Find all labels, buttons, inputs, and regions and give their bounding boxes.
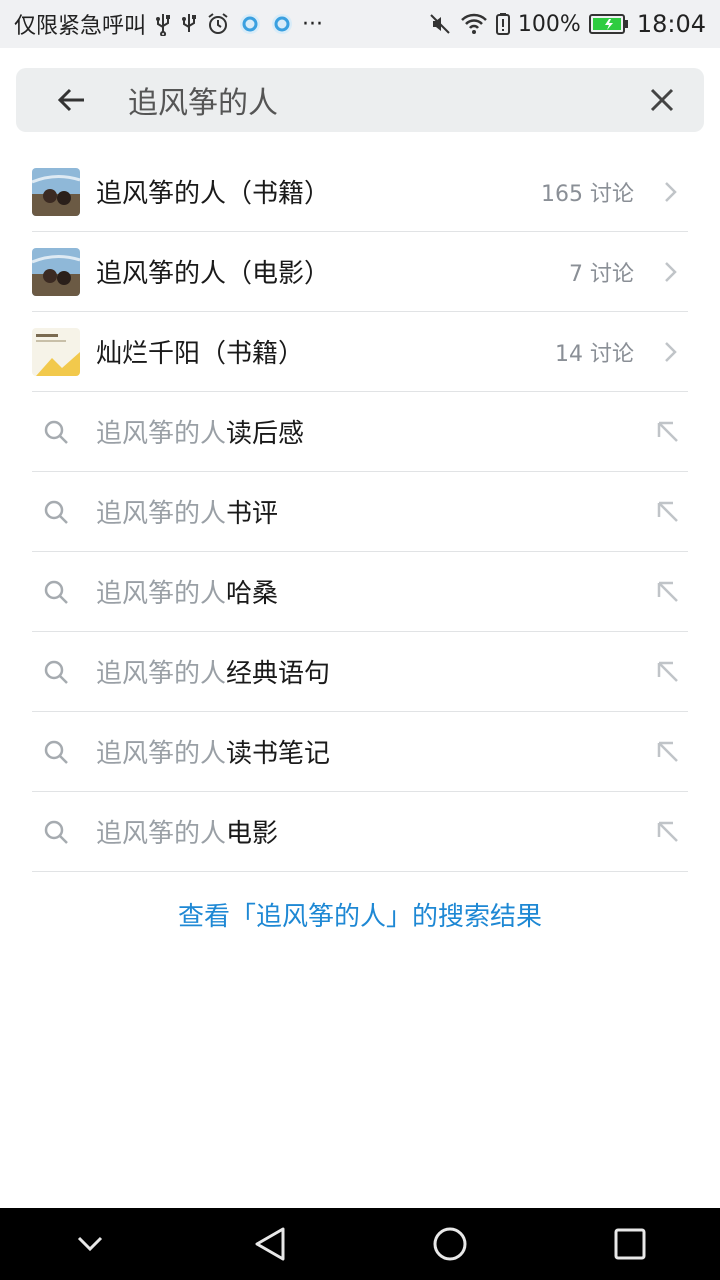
topic-row[interactable]: 追风筝的人（电影） 7 讨论 bbox=[32, 232, 688, 312]
fill-query-button[interactable] bbox=[650, 814, 686, 850]
arrow-up-left-icon bbox=[657, 661, 678, 682]
suggestion-prefix: 追风筝的人 bbox=[96, 659, 227, 689]
suggestion-text: 追风筝的人读后感 bbox=[96, 413, 304, 450]
search-box bbox=[16, 68, 704, 132]
suggestion-suffix: 书评 bbox=[226, 499, 279, 529]
battery-alert-icon bbox=[495, 11, 510, 37]
mute-icon bbox=[428, 11, 452, 37]
arrow-up-left-icon bbox=[657, 741, 678, 762]
suggestion-text: 追风筝的人读书笔记 bbox=[96, 733, 330, 770]
search-bar bbox=[16, 68, 704, 132]
fill-query-button[interactable] bbox=[650, 494, 686, 530]
search-icon bbox=[32, 658, 90, 686]
overflow-dots: ··· bbox=[302, 11, 323, 37]
suggestion-prefix: 追风筝的人 bbox=[96, 739, 227, 769]
suggestion-text: 追风筝的人书评 bbox=[96, 493, 278, 530]
suggestion-suffix: 哈桑 bbox=[226, 579, 279, 609]
square-recents-icon bbox=[614, 1228, 646, 1260]
circle-home-icon bbox=[433, 1227, 467, 1261]
suggestion-text: 追风筝的人哈桑 bbox=[96, 573, 278, 610]
kite-runner-cover-thumb bbox=[32, 167, 80, 216]
suggestion-row[interactable]: 追风筝的人读书笔记 bbox=[32, 712, 688, 792]
alarm-icon bbox=[206, 11, 230, 37]
view-all-results-link[interactable]: 查看「追风筝的人」的搜索结果 bbox=[0, 872, 720, 956]
arrow-up-left-icon bbox=[657, 501, 678, 522]
suggestion-row[interactable]: 追风筝的人哈桑 bbox=[32, 552, 688, 632]
suggestion-row[interactable]: 追风筝的人读后感 bbox=[32, 392, 688, 472]
nav-recents-button[interactable] bbox=[590, 1208, 670, 1280]
suggestion-prefix: 追风筝的人 bbox=[96, 579, 227, 609]
app-notification-icon bbox=[238, 11, 262, 37]
battery-percent: 100% bbox=[517, 11, 581, 37]
nav-home-button[interactable] bbox=[410, 1208, 490, 1280]
clear-button[interactable] bbox=[630, 68, 694, 132]
status-bar: 仅限紧急呼叫 ··· 100% 18:04 bbox=[0, 0, 720, 48]
chevron-right-icon bbox=[660, 341, 682, 363]
search-icon bbox=[32, 578, 90, 606]
splendid-suns-cover-thumb bbox=[32, 327, 80, 376]
clock: 18:04 bbox=[636, 10, 706, 38]
search-icon bbox=[32, 498, 90, 526]
topic-title: 追风筝的人（电影） bbox=[96, 259, 331, 289]
arrow-up-left-icon bbox=[657, 581, 678, 602]
nav-back-button[interactable] bbox=[230, 1208, 310, 1280]
suggestion-row[interactable]: 追风筝的人电影 bbox=[32, 792, 688, 872]
arrow-up-left-icon bbox=[657, 821, 678, 842]
status-right: 100% 18:04 bbox=[428, 10, 720, 38]
results-list: 追风筝的人（书籍） 165 讨论 追风筝的人（电影） 7 讨论 灿烂千阳（书籍）… bbox=[32, 152, 688, 872]
arrow-up-left-icon bbox=[657, 421, 678, 442]
search-icon bbox=[32, 738, 90, 766]
suggestion-prefix: 追风筝的人 bbox=[96, 499, 227, 529]
fill-query-button[interactable] bbox=[650, 414, 686, 450]
topic-row[interactable]: 追风筝的人（书籍） 165 讨论 bbox=[32, 152, 688, 232]
suggestion-row[interactable]: 追风筝的人经典语句 bbox=[32, 632, 688, 712]
suggestion-prefix: 追风筝的人 bbox=[96, 419, 227, 449]
topic-discussion-count: 165 讨论 bbox=[541, 181, 634, 207]
topic-title: 灿烂千阳（书籍） bbox=[96, 339, 305, 369]
fill-query-button[interactable] bbox=[650, 734, 686, 770]
chevron-right-icon bbox=[660, 181, 682, 203]
nav-collapse-button[interactable] bbox=[50, 1208, 130, 1280]
fill-query-button[interactable] bbox=[650, 654, 686, 690]
suggestion-row[interactable]: 追风筝的人书评 bbox=[32, 472, 688, 552]
back-button[interactable] bbox=[42, 68, 102, 132]
fill-query-button[interactable] bbox=[650, 574, 686, 610]
suggestion-text: 追风筝的人经典语句 bbox=[96, 653, 330, 690]
chevron-right-icon bbox=[660, 261, 682, 283]
wifi-icon bbox=[460, 11, 488, 37]
kite-runner-cover-thumb bbox=[32, 247, 80, 296]
topic-discussion-count: 14 讨论 bbox=[555, 341, 634, 367]
system-nav-bar bbox=[0, 1208, 720, 1280]
topic-discussion-count: 7 讨论 bbox=[569, 261, 634, 287]
suggestion-text: 追风筝的人电影 bbox=[96, 813, 278, 850]
search-icon bbox=[32, 818, 90, 846]
suggestion-suffix: 电影 bbox=[226, 819, 279, 849]
suggestion-suffix: 读后感 bbox=[226, 419, 305, 449]
carrier-text: 仅限紧急呼叫 bbox=[14, 14, 147, 39]
topic-row[interactable]: 灿烂千阳（书籍） 14 讨论 bbox=[32, 312, 688, 392]
usb-icon bbox=[154, 11, 172, 37]
status-left: 仅限紧急呼叫 ··· bbox=[0, 8, 323, 40]
app-notification-icon bbox=[270, 11, 294, 37]
suggestion-suffix: 读书笔记 bbox=[226, 739, 331, 769]
search-icon bbox=[32, 418, 90, 446]
arrow-left-icon bbox=[57, 88, 84, 112]
close-icon bbox=[650, 88, 674, 112]
battery-icon bbox=[588, 11, 629, 37]
chevron-down-icon bbox=[77, 1236, 103, 1252]
topic-title: 追风筝的人（书籍） bbox=[96, 179, 331, 209]
usb-icon bbox=[180, 11, 198, 37]
suggestion-suffix: 经典语句 bbox=[226, 659, 331, 689]
suggestion-prefix: 追风筝的人 bbox=[96, 819, 227, 849]
search-input[interactable] bbox=[102, 81, 630, 119]
triangle-back-icon bbox=[255, 1227, 285, 1261]
